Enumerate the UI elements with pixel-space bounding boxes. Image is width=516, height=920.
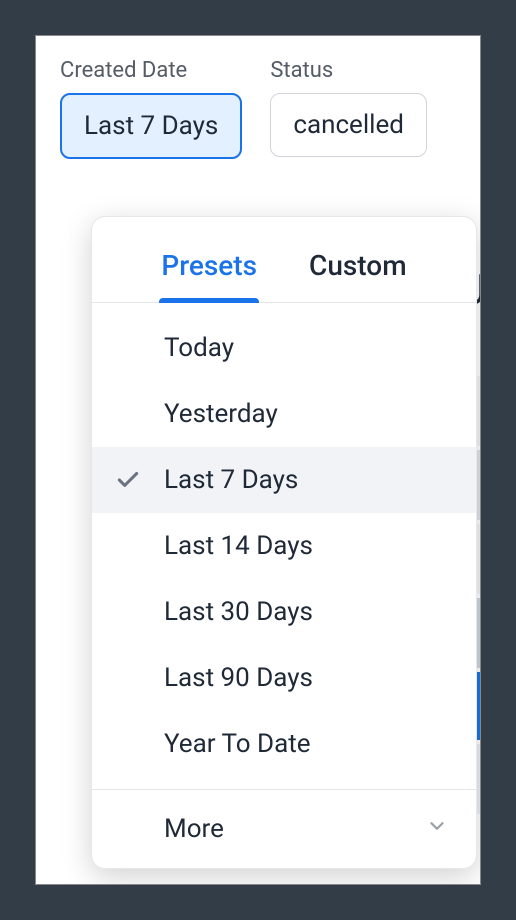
preset-option[interactable]: Year To Date — [92, 711, 476, 777]
preset-option[interactable]: Last 14 Days — [92, 513, 476, 579]
preset-option-label: Last 90 Days — [164, 663, 313, 693]
preset-option-label: Last 14 Days — [164, 531, 313, 561]
filter-label-status: Status — [270, 58, 427, 83]
preset-option-label: Last 30 Days — [164, 597, 313, 627]
tab-custom[interactable]: Custom — [299, 239, 417, 302]
preset-option-label: Last 7 Days — [164, 465, 298, 495]
preset-option[interactable]: Last 30 Days — [92, 579, 476, 645]
preset-option[interactable]: Last 7 Days — [92, 447, 476, 513]
dropdown-tabs: Presets Custom — [92, 217, 476, 303]
filter-chip-status[interactable]: cancelled — [270, 93, 427, 157]
filter-chip-created-date[interactable]: Last 7 Days — [60, 93, 242, 159]
more-label: More — [164, 814, 224, 844]
preset-option-label: Yesterday — [164, 399, 278, 429]
presets-options-list: Today Yesterday Last 7 Days Last 14 Days Las… — [92, 303, 476, 789]
filter-group-status: Status cancelled — [270, 58, 427, 159]
preset-option[interactable]: Last 90 Days — [92, 645, 476, 711]
preset-option[interactable]: Today — [92, 315, 476, 381]
preset-option[interactable]: Yesterday — [92, 381, 476, 447]
date-presets-dropdown: Presets Custom Today Yesterday Last 7 Days… — [91, 216, 477, 869]
more-button[interactable]: More — [92, 790, 476, 868]
filters-row: Created Date Last 7 Days Status cancelle… — [36, 36, 480, 159]
tab-presets[interactable]: Presets — [151, 239, 267, 302]
preset-option-label: Today — [164, 333, 234, 363]
preset-option-label: Year To Date — [164, 729, 311, 759]
filter-group-created-date: Created Date Last 7 Days — [60, 58, 242, 159]
app-frame: U Created Date Last 7 Days Status cancel… — [35, 35, 481, 885]
check-icon — [92, 467, 164, 493]
filter-label-created-date: Created Date — [60, 58, 242, 83]
chevron-down-icon — [426, 814, 448, 844]
